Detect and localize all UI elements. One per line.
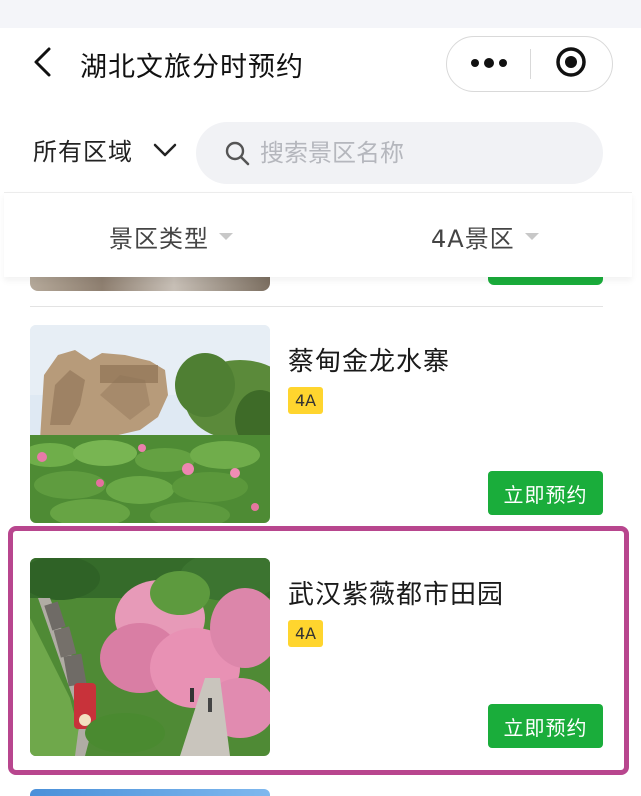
more-dots-icon xyxy=(469,54,509,73)
book-now-button[interactable]: 立即预约 xyxy=(488,704,603,748)
next-card-thumbnail xyxy=(30,789,270,796)
region-select[interactable]: 所有区域 xyxy=(33,132,177,167)
close-button[interactable] xyxy=(531,37,611,90)
region-label: 所有区域 xyxy=(33,138,133,166)
scenic-name: 蔡甸金龙水寨 xyxy=(288,347,451,377)
mini-program-capsule xyxy=(446,36,613,92)
filter-bar: 景区类型 4A景区 xyxy=(4,192,632,277)
more-button[interactable] xyxy=(447,37,530,90)
caret-down-icon xyxy=(524,233,539,240)
mini-program-close-icon xyxy=(554,45,588,83)
status-bar xyxy=(0,0,641,28)
scenic-thumbnail xyxy=(30,558,270,756)
book-now-button[interactable]: 立即预约 xyxy=(488,471,603,515)
search-box[interactable] xyxy=(196,122,603,184)
back-arrow-icon xyxy=(31,46,53,82)
list-item[interactable]: 武汉紫薇都市田园 4A 立即预约 xyxy=(30,558,603,758)
scenic-name: 武汉紫薇都市田园 xyxy=(288,580,505,610)
caret-down-icon xyxy=(219,233,233,240)
level-badge: 4A xyxy=(288,620,324,647)
previous-card-book-button[interactable] xyxy=(488,277,603,285)
filter-scenic-level[interactable]: 4A景区 xyxy=(431,219,539,254)
chevron-down-icon xyxy=(153,143,177,157)
filter-scenic-type[interactable]: 景区类型 xyxy=(109,219,233,254)
list-divider xyxy=(30,306,603,307)
search-input[interactable] xyxy=(260,139,590,167)
list-item[interactable]: 蔡甸金龙水寨 4A 立即预约 xyxy=(30,325,603,525)
page-title: 湖北文旅分时预约 xyxy=(80,52,304,83)
previous-card-thumbnail xyxy=(30,277,270,291)
back-button[interactable] xyxy=(22,42,62,86)
filter-label: 4A景区 xyxy=(431,225,515,253)
search-icon xyxy=(224,140,250,166)
scenic-list[interactable]: 蔡甸金龙水寨 4A 立即预约 武汉紫薇都市田园 4A 立即预约 xyxy=(0,277,641,796)
level-badge: 4A xyxy=(288,387,324,414)
search-row: 所有区域 xyxy=(0,102,641,192)
nav-bar: 湖北文旅分时预约 xyxy=(0,28,641,102)
scenic-thumbnail xyxy=(30,325,270,523)
filter-label: 景区类型 xyxy=(109,225,209,253)
